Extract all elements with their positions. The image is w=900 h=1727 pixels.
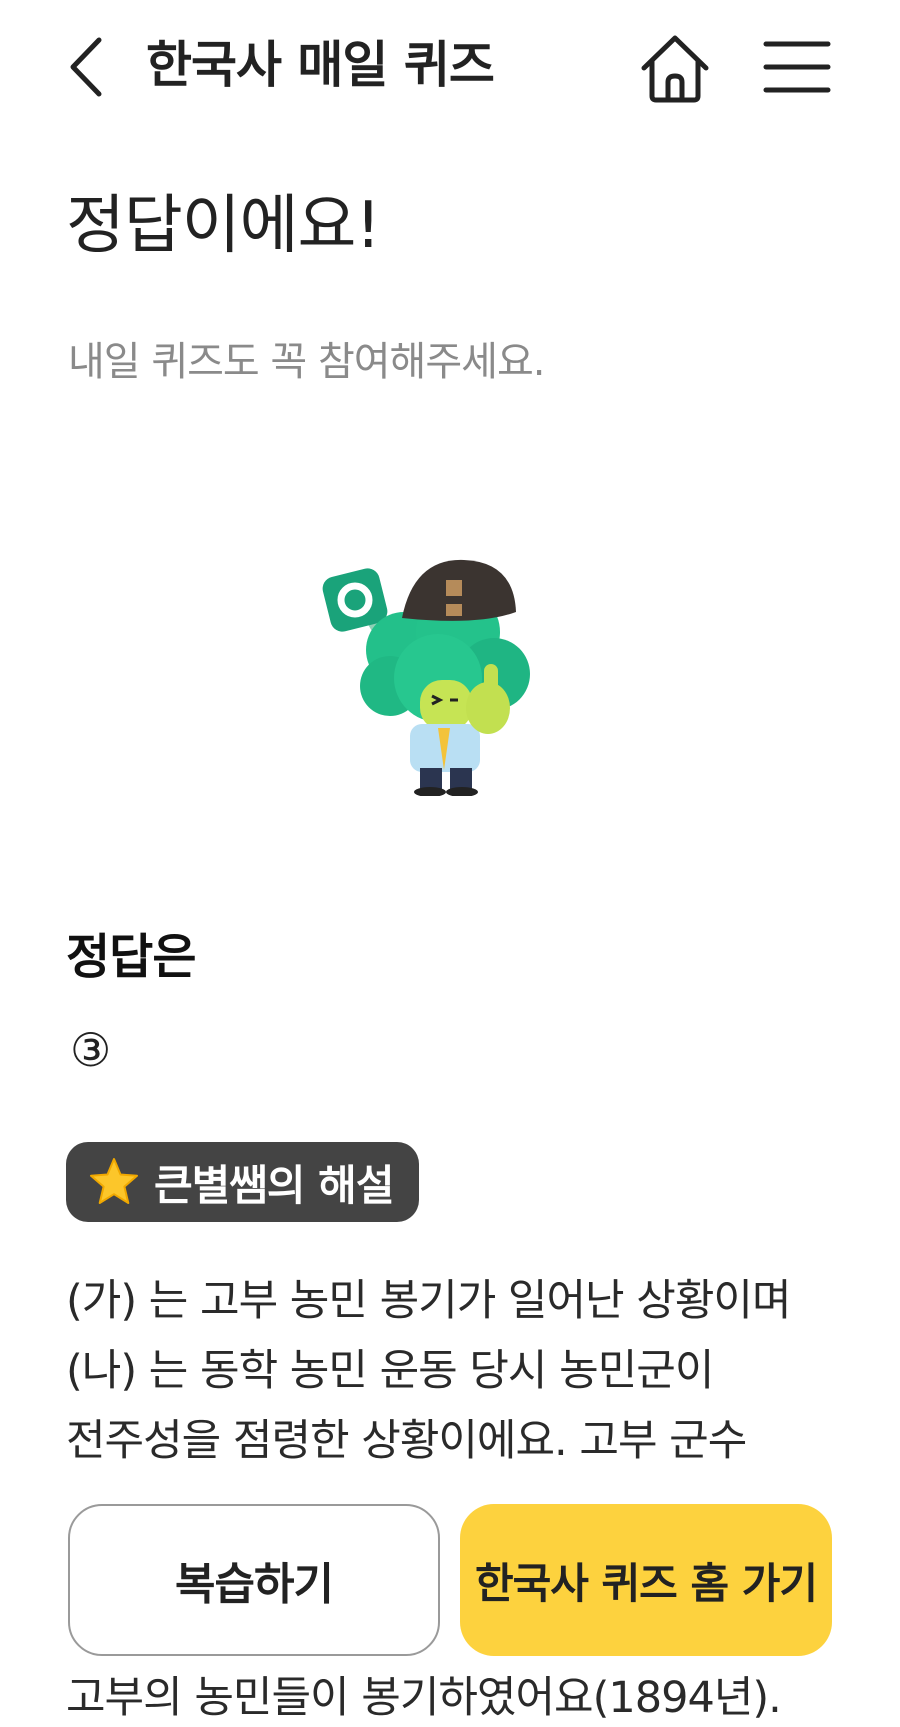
hamburger-menu-icon: [763, 41, 831, 93]
explanation-badge: 큰별쌤의 해설: [66, 1142, 420, 1222]
explanation-line: 고부의 농민들이 봉기하였어요(1894년).: [66, 1673, 782, 1723]
quiz-result-page: 한국사 매일 퀴즈 정답이에요! 내일 퀴즈도 꼭 참여해주세요. 정답은 ③ …: [0, 0, 900, 1727]
explanation-line: (가) 는 고부 농민 봉기가 일어난 상황이며: [66, 1276, 792, 1326]
home-icon: [641, 35, 709, 103]
explanation-text: (가) 는 고부 농민 봉기가 일어난 상황이며 (나) 는 동학 농민 운동 …: [66, 1266, 846, 1476]
page-title: 한국사 매일 퀴즈: [146, 36, 495, 94]
explanation-line: 전주성을 점령한 상황이에요. 고부 군수: [66, 1416, 747, 1466]
chevron-left-icon: [70, 37, 102, 97]
explanation-badge-label: 큰별쌤의 해설: [154, 1160, 394, 1210]
result-subtitle: 내일 퀴즈도 꼭 참여해주세요.: [68, 339, 545, 385]
answer-value: ③: [70, 1023, 112, 1077]
top-app-bar: 한국사 매일 퀴즈: [0, 0, 900, 136]
home-button[interactable]: [636, 30, 714, 108]
answer-label: 정답은: [66, 929, 196, 985]
back-button[interactable]: [62, 30, 112, 104]
mascot-illustration: [322, 559, 530, 796]
review-button[interactable]: 복습하기: [68, 1504, 440, 1656]
result-title: 정답이에요!: [66, 189, 381, 263]
menu-button[interactable]: [762, 34, 832, 100]
star-icon: [90, 1158, 138, 1204]
explanation-line: (나) 는 동학 농민 운동 당시 농민군이: [66, 1346, 714, 1396]
quiz-home-button[interactable]: 한국사 퀴즈 홈 가기: [460, 1504, 832, 1656]
